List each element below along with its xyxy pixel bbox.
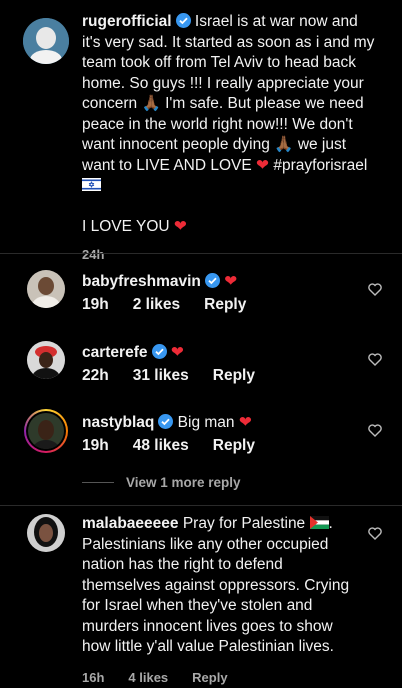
reply-button[interactable]: Reply — [213, 437, 255, 454]
israel-flag-icon — [82, 177, 101, 191]
post-author-avatar[interactable] — [23, 18, 69, 64]
comment-avatar[interactable] — [27, 270, 65, 308]
comment-username[interactable]: carterefe — [82, 344, 148, 361]
praying-hands-icon: 🙏🏾 — [274, 136, 294, 153]
comment-body: malabaeeeee Pray for Palestine . Palesti… — [82, 515, 350, 685]
comment-avatar[interactable] — [27, 514, 65, 552]
heart-emoji-icon: ❤ — [170, 344, 184, 361]
verified-badge-icon — [151, 344, 167, 359]
likes-count[interactable]: 48 likes — [133, 437, 189, 454]
heart-emoji-icon: ❤ — [256, 156, 270, 174]
view-more-replies-button[interactable]: View 1 more reply — [82, 475, 241, 490]
divider — [82, 482, 114, 483]
comment-username[interactable]: nastyblaq — [82, 414, 154, 431]
comment-header: carterefe ❤ — [82, 343, 184, 362]
reply-button[interactable]: Reply — [192, 670, 227, 685]
palestine-flag-icon — [309, 515, 329, 529]
verified-badge-icon — [204, 273, 220, 288]
post-caption: rugerofficial Israel is at war now and i… — [82, 13, 375, 262]
avatar-image — [27, 270, 65, 308]
like-heart-icon[interactable] — [368, 424, 382, 437]
comment-header: nastyblaq Big man ❤ — [82, 413, 252, 432]
verified-badge-icon — [158, 414, 174, 429]
reply-button[interactable]: Reply — [204, 296, 246, 313]
heart-emoji-icon: ❤ — [173, 217, 187, 235]
likes-count[interactable]: 2 likes — [133, 296, 180, 313]
comment-text: Big man — [177, 414, 235, 431]
likes-count[interactable]: 31 likes — [133, 367, 189, 384]
verified-badge-icon — [175, 13, 191, 28]
avatar-image — [27, 341, 65, 379]
comment-username[interactable]: babyfreshmavin — [82, 273, 201, 290]
like-heart-icon[interactable] — [368, 527, 382, 540]
post-time: 24h — [82, 247, 105, 262]
comment-avatar[interactable] — [27, 341, 65, 379]
like-heart-icon[interactable] — [368, 283, 382, 296]
heart-emoji-icon: ❤ — [238, 414, 252, 431]
avatar-image — [27, 514, 65, 552]
like-heart-icon[interactable] — [368, 353, 382, 366]
heart-emoji-icon: ❤ — [224, 273, 238, 290]
praying-hands-icon: 🙏🏾 — [141, 95, 161, 112]
comment-avatar-story-ring[interactable] — [24, 409, 68, 453]
post-username[interactable]: rugerofficial — [82, 13, 172, 30]
likes-count[interactable]: 4 likes — [128, 670, 168, 685]
avatar-image — [23, 18, 69, 64]
avatar-image — [28, 413, 64, 449]
comment-header: babyfreshmavin ❤ — [82, 272, 237, 291]
divider — [0, 253, 402, 254]
comment-username[interactable]: malabaeeeee — [82, 515, 179, 532]
comment-meta: 22h 31 likes Reply — [82, 367, 255, 384]
comment-meta: 19h 2 likes Reply — [82, 296, 247, 313]
comment-meta: 19h 48 likes Reply — [82, 437, 255, 454]
divider — [0, 505, 402, 506]
reply-button[interactable]: Reply — [213, 367, 255, 384]
